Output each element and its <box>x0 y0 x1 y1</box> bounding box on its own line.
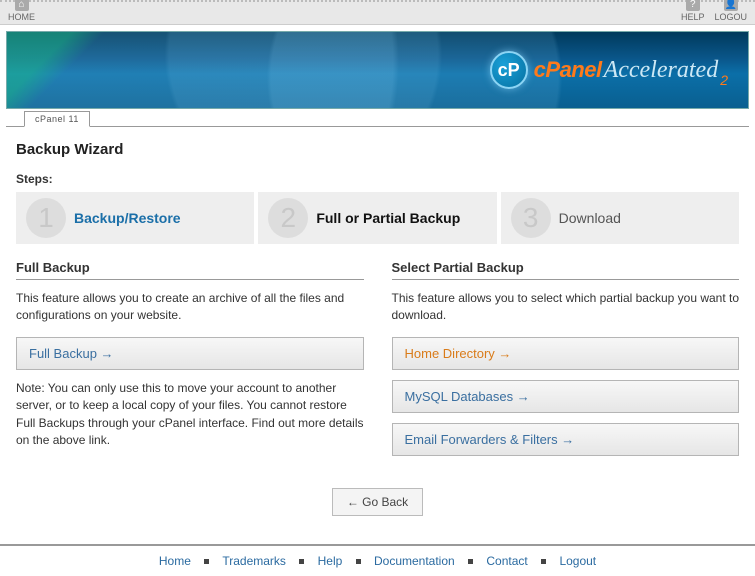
cpanel-logo-icon: cP <box>490 51 528 89</box>
separator-icon <box>468 559 473 564</box>
partial-backup-heading: Select Partial Backup <box>392 260 740 275</box>
divider <box>16 279 364 280</box>
separator-icon <box>299 559 304 564</box>
full-backup-button[interactable]: Full Backup → <box>16 337 364 370</box>
step-number-icon: 3 <box>511 198 551 238</box>
footer-nav: Home Trademarks Help Documentation Conta… <box>0 544 755 576</box>
step-title: Backup/Restore <box>74 210 181 226</box>
separator-icon <box>541 559 546 564</box>
email-forwarders-button[interactable]: Email Forwarders & Filters → <box>392 423 740 456</box>
logout-icon: 👤 <box>724 0 738 11</box>
tab-cpanel11[interactable]: cPanel 11 <box>24 111 90 127</box>
help-label: HELP <box>681 12 705 22</box>
partial-backup-desc: This feature allows you to select which … <box>392 290 740 325</box>
step-title: Download <box>559 210 621 226</box>
step-title: Full or Partial Backup <box>316 210 460 226</box>
brand-accelerated: Accelerated <box>604 57 719 84</box>
help-button[interactable]: ? HELP <box>681 0 705 22</box>
divider <box>392 279 740 280</box>
home-icon: ⌂ <box>15 0 29 11</box>
logout-button[interactable]: 👤 LOGOU <box>714 0 747 22</box>
top-toolbar: ⌂ HOME ? HELP 👤 LOGOU <box>0 0 755 25</box>
brand-cpanel: cPanel <box>534 57 602 83</box>
logout-label: LOGOU <box>714 12 747 22</box>
tab-strip: cPanel 11 <box>6 109 749 127</box>
mysql-databases-button[interactable]: MySQL Databases → <box>392 380 740 413</box>
step-number-icon: 2 <box>268 198 308 238</box>
separator-icon <box>356 559 361 564</box>
footer-link-logout[interactable]: Logout <box>559 554 596 568</box>
step-number-icon: 1 <box>26 198 66 238</box>
page-title: Backup Wizard <box>16 141 739 158</box>
home-label: HOME <box>8 12 35 22</box>
full-backup-heading: Full Backup <box>16 260 364 275</box>
step-1[interactable]: 1 Backup/Restore <box>16 192 254 244</box>
partial-backup-column: Select Partial Backup This feature allow… <box>392 260 740 466</box>
wizard-steps: 1 Backup/Restore 2 Full or Partial Backu… <box>16 192 739 244</box>
step-2[interactable]: 2 Full or Partial Backup <box>258 192 496 244</box>
banner: cP cPanel Accelerated 2 <box>6 31 749 109</box>
step-3[interactable]: 3 Download <box>501 192 739 244</box>
separator-icon <box>204 559 209 564</box>
footer-link-home[interactable]: Home <box>159 554 191 568</box>
footer-link-contact[interactable]: Contact <box>486 554 527 568</box>
home-directory-button[interactable]: Home Directory → <box>392 337 740 370</box>
go-back-button[interactable]: ← Go Back <box>332 488 423 516</box>
footer-link-help[interactable]: Help <box>318 554 343 568</box>
full-backup-column: Full Backup This feature allows you to c… <box>16 260 364 466</box>
footer-link-documentation[interactable]: Documentation <box>374 554 455 568</box>
home-button[interactable]: ⌂ HOME <box>8 0 35 22</box>
brand-sub: 2 <box>720 72 728 88</box>
full-backup-note: Note: You can only use this to move your… <box>16 380 364 450</box>
footer-link-trademarks[interactable]: Trademarks <box>222 554 286 568</box>
help-icon: ? <box>686 0 700 11</box>
full-backup-desc: This feature allows you to create an arc… <box>16 290 364 325</box>
steps-label: Steps: <box>16 172 739 186</box>
